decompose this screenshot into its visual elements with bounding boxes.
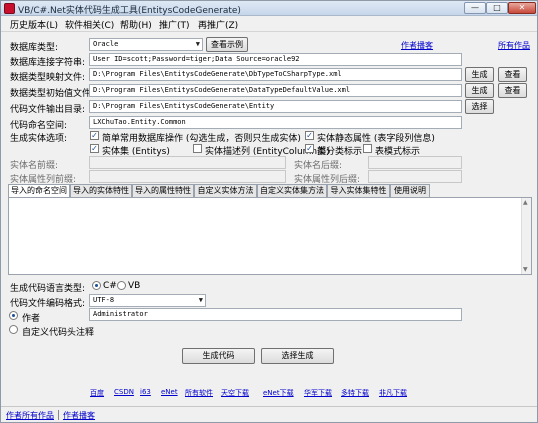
menu-promote[interactable]: 推广(T) xyxy=(159,18,190,31)
footer-link-duote-download[interactable]: 多特下载 xyxy=(341,388,369,398)
custom-header-label: 自定义代码头注释 xyxy=(22,328,95,338)
encoding-select[interactable]: UTF-8 ▼ xyxy=(89,294,206,307)
footer-link-huajun-download[interactable]: 华军下载 xyxy=(304,388,332,398)
footer-link-baidu[interactable]: 百度 xyxy=(90,388,104,398)
conn-string-input[interactable]: User ID=scott;Password=tiger;Data Source… xyxy=(89,53,462,66)
output-dir-select-button[interactable]: 选择 xyxy=(465,99,494,114)
namespace-input[interactable]: LXChuTao.Entity.Common xyxy=(89,116,462,129)
footer-link-csdn[interactable]: CSDN xyxy=(114,388,134,396)
generate-code-button[interactable]: 生成代码 xyxy=(182,348,255,364)
status-blog-link[interactable]: 作者播客 xyxy=(63,410,95,421)
simple-db-checkbox[interactable]: ✓ xyxy=(90,131,99,140)
partial-class-checkbox[interactable]: ✓ xyxy=(305,144,314,153)
chevron-down-icon: ▼ xyxy=(198,296,203,304)
vertical-scrollbar[interactable]: ▲ ▼ xyxy=(521,198,531,274)
footer-link-feifan-download[interactable]: 非凡下载 xyxy=(379,388,407,398)
view-example-button[interactable]: 查看示例 xyxy=(206,37,248,52)
maximize-button[interactable]: □ xyxy=(486,2,508,14)
entity-desc-checkbox[interactable] xyxy=(193,144,202,153)
tab-usage[interactable]: 使用说明 xyxy=(390,184,430,197)
output-dir-label: 代码文件输出目录: xyxy=(10,105,86,115)
type-init-input[interactable]: D:\Program Files\EntitysCodeGenerate\Dat… xyxy=(89,84,462,97)
prop-prefix-input[interactable] xyxy=(89,170,286,183)
scroll-down-icon[interactable]: ▼ xyxy=(523,266,528,273)
menu-history[interactable]: 历史版本(L) xyxy=(10,18,58,31)
type-init-generate-button[interactable]: 生成 xyxy=(465,83,494,98)
footer-link-all-software[interactable]: 所有软件 xyxy=(185,388,213,398)
app-window: VB/C#.Net实体代码生成工具(EntitysCodeGenerate) —… xyxy=(0,0,538,423)
db-type-value: Oracle xyxy=(93,40,119,48)
menu-software[interactable]: 软件相关(C) xyxy=(65,18,114,31)
db-type-label: 数据库类型: xyxy=(10,43,59,53)
author-input[interactable]: Administrator xyxy=(89,308,462,321)
title-bar: VB/C#.Net实体代码生成工具(EntitysCodeGenerate) —… xyxy=(1,1,537,16)
type-init-label: 数据类型初始值文件: xyxy=(10,89,95,99)
lang-cs-radio[interactable] xyxy=(92,281,101,290)
status-all-works-link[interactable]: 作者所有作品 xyxy=(6,410,54,421)
footer-link-sky-download[interactable]: 天空下载 xyxy=(221,388,249,398)
tab-custom-entity-methods[interactable]: 自定义实体方法 xyxy=(194,184,257,197)
tab-imported-prop-attrs[interactable]: 导入的属性特性 xyxy=(132,184,194,197)
type-map-generate-button[interactable]: 生成 xyxy=(465,67,494,82)
close-button[interactable]: ✕ xyxy=(508,2,536,14)
options-label: 生成实体选项: xyxy=(10,134,68,144)
table-mode-checkbox[interactable] xyxy=(363,144,372,153)
author-blog-link[interactable]: 作者播客 xyxy=(401,40,433,51)
select-generate-button[interactable]: 选择生成 xyxy=(261,348,334,364)
menu-bar: 历史版本(L) 软件相关(C) 帮助(H) 推广(T) 再推广(Z) xyxy=(1,16,537,32)
status-bar: 作者所有作品 作者播客 xyxy=(1,406,537,422)
tab-imported-entityset-attrs[interactable]: 导入实体集特性 xyxy=(327,184,390,197)
entity-static-checkbox[interactable]: ✓ xyxy=(305,131,314,140)
status-separator xyxy=(58,410,59,420)
all-works-link[interactable]: 所有作品 xyxy=(498,40,530,51)
footer-link-enet-download[interactable]: eNet下载 xyxy=(263,388,294,398)
output-dir-input[interactable]: D:\Program Files\EntitysCodeGenerate\Ent… xyxy=(89,100,462,113)
partial-class-label: 部分类标示 xyxy=(317,147,363,157)
namespace-label: 代码命名空间: xyxy=(10,121,68,131)
custom-header-radio[interactable] xyxy=(9,325,18,334)
author-label: 作者 xyxy=(22,314,41,324)
simple-db-label: 简单常用数据库操作 (勾选生成，否则只生成实体) xyxy=(102,134,301,144)
footer-link-i63[interactable]: i63 xyxy=(140,388,151,396)
menu-help[interactable]: 帮助(H) xyxy=(120,18,152,31)
author-radio[interactable] xyxy=(9,311,18,320)
tab-strip: 导入的命名空间 导入的实体特性 导入的属性特性 自定义实体方法 自定义实体集方法… xyxy=(8,184,532,198)
type-init-view-button[interactable]: 查看 xyxy=(498,83,527,98)
entity-suffix-input[interactable] xyxy=(368,156,462,169)
tab-imported-namespace[interactable]: 导入的命名空间 xyxy=(8,184,70,198)
type-map-view-button[interactable]: 查看 xyxy=(498,67,527,82)
entity-prefix-input[interactable] xyxy=(89,156,286,169)
chevron-down-icon: ▼ xyxy=(195,40,200,48)
footer-link-enet[interactable]: eNet xyxy=(161,388,178,396)
app-icon xyxy=(4,3,15,14)
lang-vb-radio[interactable] xyxy=(117,281,126,290)
menu-repromote[interactable]: 再推广(Z) xyxy=(198,18,238,31)
entity-suffix-label: 实体名后缀: xyxy=(294,161,343,171)
entity-static-label: 实体静态属性 (表字段列信息) xyxy=(317,134,435,144)
type-map-label: 数据类型映射文件: xyxy=(10,73,86,83)
lang-vb-label: VB xyxy=(128,281,141,291)
lang-label: 生成代码语言类型: xyxy=(10,284,86,294)
window-title: VB/C#.Net实体代码生成工具(EntitysCodeGenerate) xyxy=(18,6,241,16)
encoding-value: UTF-8 xyxy=(93,296,115,304)
tab-imported-entity-attrs[interactable]: 导入的实体特性 xyxy=(70,184,132,197)
prop-suffix-input[interactable] xyxy=(368,170,462,183)
conn-string-label: 数据库连接字符串: xyxy=(10,58,86,68)
minimize-button[interactable]: — xyxy=(464,2,486,14)
tab-panel-textarea[interactable]: ▲ ▼ xyxy=(8,197,532,275)
db-type-select[interactable]: Oracle ▼ xyxy=(89,38,203,51)
entity-set-checkbox[interactable]: ✓ xyxy=(90,144,99,153)
type-map-input[interactable]: D:\Program Files\EntitysCodeGenerate\DbT… xyxy=(89,68,462,81)
scroll-up-icon[interactable]: ▲ xyxy=(523,199,528,206)
lang-cs-label: C# xyxy=(103,281,117,291)
entity-prefix-label: 实体名前缀: xyxy=(10,161,59,171)
encoding-label: 代码文件编码格式: xyxy=(10,299,86,309)
tab-custom-entityset-methods[interactable]: 自定义实体集方法 xyxy=(257,184,327,197)
